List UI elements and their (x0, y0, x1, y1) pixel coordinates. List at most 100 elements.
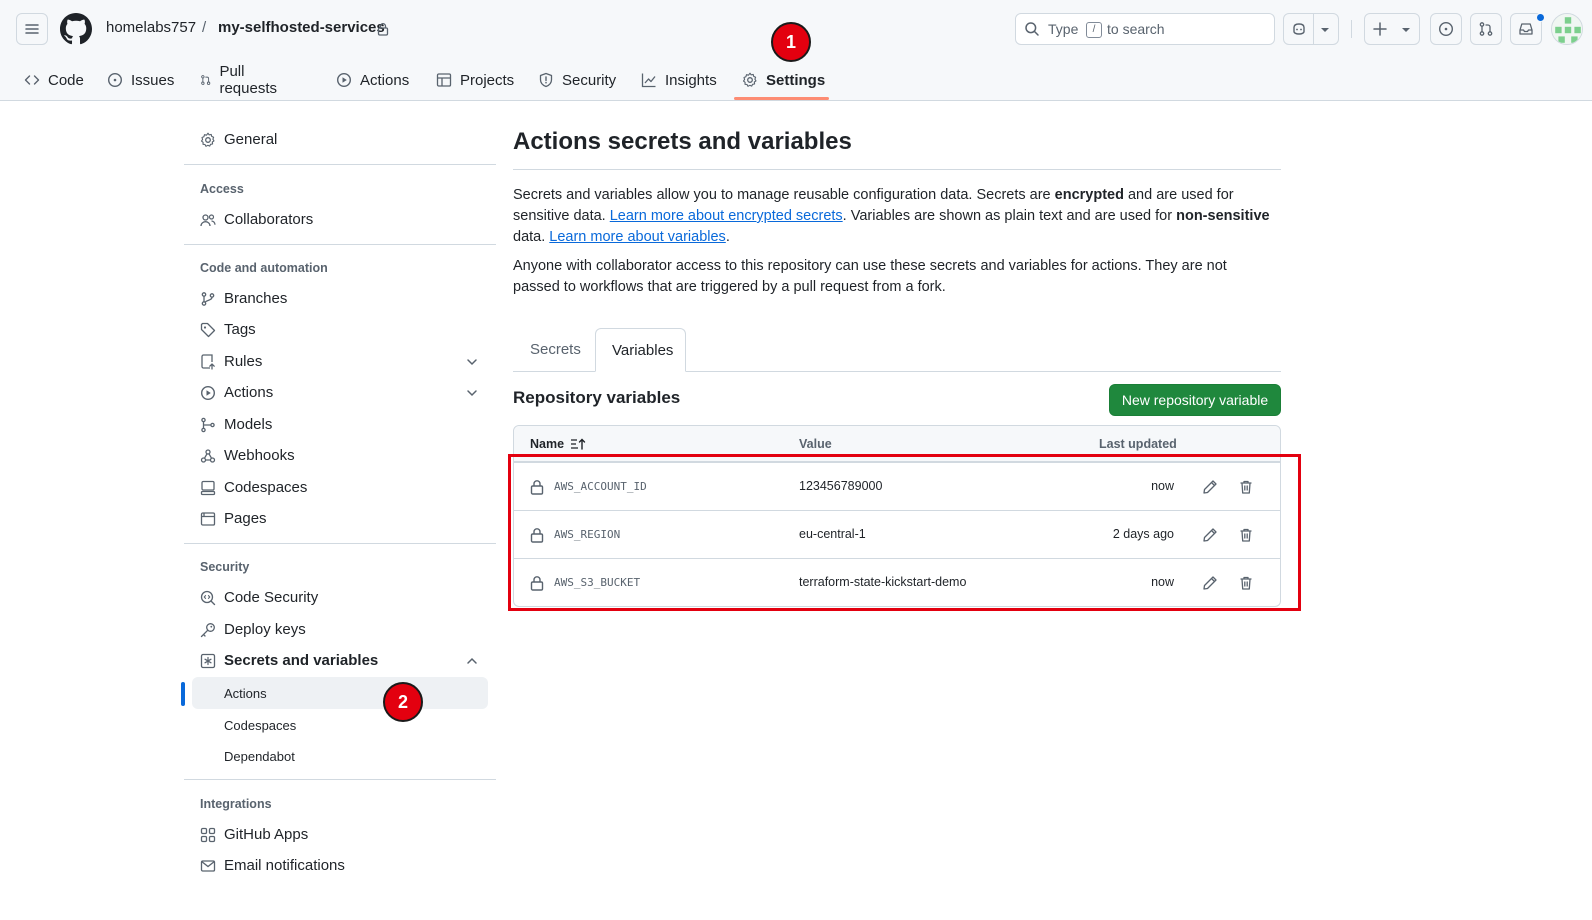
gear-icon (742, 72, 757, 87)
learn-more-secrets-link[interactable]: Learn more about encrypted secrets (610, 208, 843, 224)
sidebar-item-label: Branches (224, 290, 288, 307)
tab-code[interactable]: Code (24, 60, 84, 100)
tab-projects[interactable]: Projects (436, 60, 514, 100)
sidebar-item-branches[interactable]: Branches (184, 283, 496, 315)
repo-push-icon (201, 354, 215, 370)
sidebar-subitem-actions[interactable]: Actions (192, 677, 488, 709)
tab-pull-requests[interactable]: Pull requests (200, 60, 282, 100)
apps-icon (200, 827, 216, 843)
shield-icon (539, 72, 553, 88)
branch-icon (201, 292, 215, 306)
sidebar-subitem-label: Codespaces (224, 718, 297, 733)
chevron-down-icon (467, 359, 477, 366)
copilot-icon (1293, 23, 1305, 35)
column-header-value: Value (799, 437, 832, 451)
tab-settings[interactable]: Settings (742, 60, 825, 100)
copilot-button-group[interactable] (1283, 13, 1339, 45)
avatar[interactable] (1551, 13, 1583, 45)
sidebar-item-label: Code Security (224, 589, 319, 606)
sidebar-item-codespaces[interactable]: Codespaces (184, 472, 496, 504)
sidebar-item-secrets-variables[interactable]: Secrets and variables (184, 645, 496, 677)
tab-secrets[interactable]: Secrets (513, 328, 595, 372)
page-title: Actions secrets and variables (513, 128, 852, 155)
sidebar-item-rules[interactable]: Rules (184, 346, 496, 378)
sidebar-item-label: Collaborators (224, 211, 314, 228)
intro-text: Secrets and variables allow you to manag… (513, 187, 1055, 203)
sidebar-heading-access: Access (200, 182, 244, 196)
intro-emphasis-encrypted: encrypted (1054, 187, 1124, 203)
sidebar-item-label: Rules (224, 353, 263, 370)
tab-label: Projects (460, 71, 515, 89)
sidebar-heading-integrations: Integrations (200, 797, 272, 811)
column-header-name[interactable]: Name (530, 437, 564, 451)
tab-issues[interactable]: Issues (107, 60, 174, 100)
sidebar-item-tags[interactable]: Tags (184, 314, 496, 346)
menu-button[interactable] (16, 13, 48, 45)
identicon-icon (1552, 14, 1582, 44)
search-shortcut-key: / (1086, 22, 1102, 38)
intro-text: . (725, 229, 730, 245)
tab-label: Code (48, 71, 84, 89)
your-pull-requests-button[interactable] (1470, 13, 1502, 45)
your-issues-button[interactable] (1430, 13, 1462, 45)
search-input[interactable]: Type / to search (1015, 13, 1275, 45)
intro-text: data. (513, 229, 550, 245)
play-icon (200, 385, 216, 401)
active-item-indicator (181, 682, 185, 706)
sidebar-item-label: Actions (224, 384, 274, 401)
sidebar-item-code-security[interactable]: Code Security (184, 582, 496, 614)
pull-request-icon (201, 75, 211, 85)
search-icon (1025, 22, 1039, 36)
private-lock-icon (377, 23, 389, 36)
mail-icon (200, 860, 216, 872)
annotation-highlight-box (508, 454, 1301, 611)
github-logo-icon[interactable] (60, 13, 92, 45)
sidebar-item-models[interactable]: Models (184, 409, 496, 441)
breadcrumb-owner[interactable]: homelabs757 (106, 19, 196, 36)
tag-icon (200, 322, 216, 338)
table-icon (436, 73, 452, 87)
sidebar-item-github-apps[interactable]: GitHub Apps (184, 819, 496, 851)
breadcrumb-separator: / (202, 19, 207, 36)
inbox-icon (1519, 23, 1533, 35)
sidebar-subitem-dependabot[interactable]: Dependabot (192, 740, 488, 772)
sidebar-item-label: Pages (224, 510, 267, 527)
sidebar-subitem-codespaces[interactable]: Codespaces (192, 709, 488, 741)
sidebar-heading-code-automation: Code and automation (200, 261, 328, 275)
sidebar-item-general[interactable]: General (184, 124, 496, 156)
sort-ascending-icon[interactable] (570, 438, 586, 450)
sidebar-item-label: Deploy keys (224, 621, 306, 638)
chevron-down-icon (1321, 28, 1329, 32)
sidebar-subitem-label: Actions (224, 686, 267, 701)
notification-dot (1536, 13, 1545, 22)
sidebar-item-label: Webhooks (224, 447, 295, 464)
create-new-button[interactable] (1364, 13, 1420, 45)
code-icon (24, 75, 40, 85)
graph-icon (641, 73, 656, 88)
chevron-up-icon (467, 657, 477, 664)
learn-more-variables-link[interactable]: Learn more about variables (549, 229, 726, 245)
sidebar-item-label: Codespaces (224, 479, 308, 496)
tab-label: Insights (665, 71, 717, 89)
pull-request-icon (1479, 22, 1493, 36)
search-placeholder-suffix: to search (1107, 21, 1165, 37)
breadcrumb-repo[interactable]: my-selfhosted-services (218, 19, 385, 36)
sidebar-item-collaborators[interactable]: Collaborators (184, 204, 496, 236)
codescan-icon (200, 590, 216, 606)
sidebar-item-email-notifications[interactable]: Email notifications (184, 850, 496, 882)
sidebar-item-label: Models (224, 416, 273, 433)
sidebar-item-webhooks[interactable]: Webhooks (184, 440, 496, 472)
sidebar-item-pages[interactable]: Pages (184, 503, 496, 535)
tab-insights[interactable]: Insights (641, 60, 717, 100)
tab-actions[interactable]: Actions (336, 60, 409, 100)
section-title: Repository variables (513, 388, 681, 407)
plus-icon (1373, 22, 1387, 36)
tab-security[interactable]: Security (538, 60, 616, 100)
issue-icon (1438, 21, 1454, 37)
new-repository-variable-button[interactable]: New repository variable (1109, 384, 1281, 416)
tab-variables[interactable]: Variables (595, 328, 686, 372)
sidebar-item-deploy-keys[interactable]: Deploy keys (184, 614, 496, 646)
tab-label: Security (562, 71, 617, 89)
annotation-badge-2: 2 (383, 682, 423, 722)
sidebar-item-actions[interactable]: Actions (184, 377, 496, 409)
